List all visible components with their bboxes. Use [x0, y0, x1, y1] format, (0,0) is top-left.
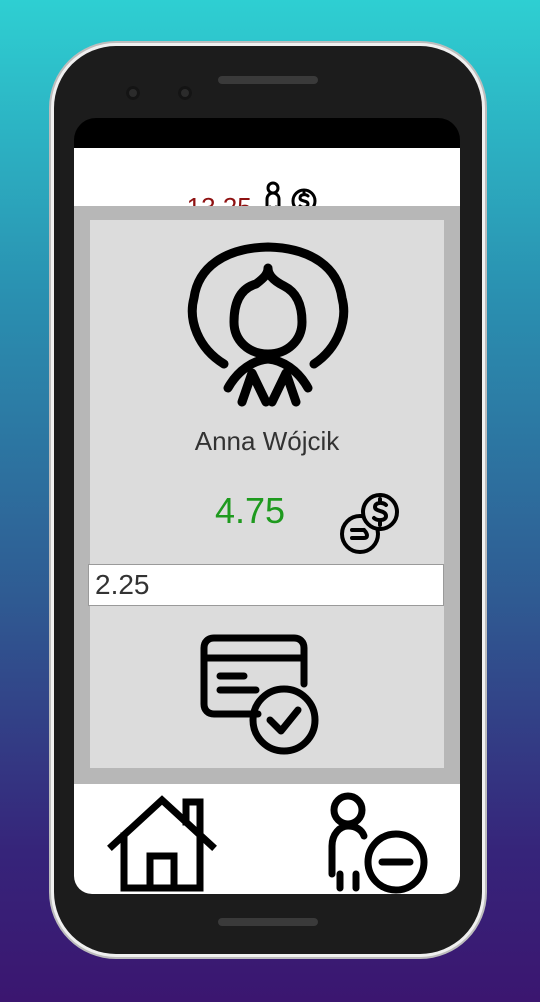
bottom-nav: [74, 784, 460, 894]
phone-volume-button: [482, 368, 487, 486]
woman-avatar-icon: [187, 242, 349, 407]
home-icon[interactable]: [106, 794, 218, 894]
bottom-speaker: [218, 918, 318, 926]
front-camera: [126, 86, 140, 100]
top-speaker: [218, 76, 318, 84]
payment-card-check-icon[interactable]: [198, 634, 324, 756]
balance-header: -13.25: [74, 148, 460, 232]
person-balance-amount: 4.75: [214, 490, 286, 531]
person-name: Anna Wójcik: [194, 426, 340, 456]
person-card: Anna Wójcik 4.75: [88, 220, 444, 768]
coins-icon: [340, 493, 399, 554]
phone-side-button-accent: [482, 244, 487, 304]
main-content: Anna Wójcik 4.75: [74, 206, 460, 784]
front-sensor: [178, 86, 192, 100]
amount-input[interactable]: [88, 564, 444, 606]
app-screen: -13.25 Anna Wójcik 4.75: [74, 118, 460, 894]
remove-person-icon[interactable]: [312, 790, 432, 894]
